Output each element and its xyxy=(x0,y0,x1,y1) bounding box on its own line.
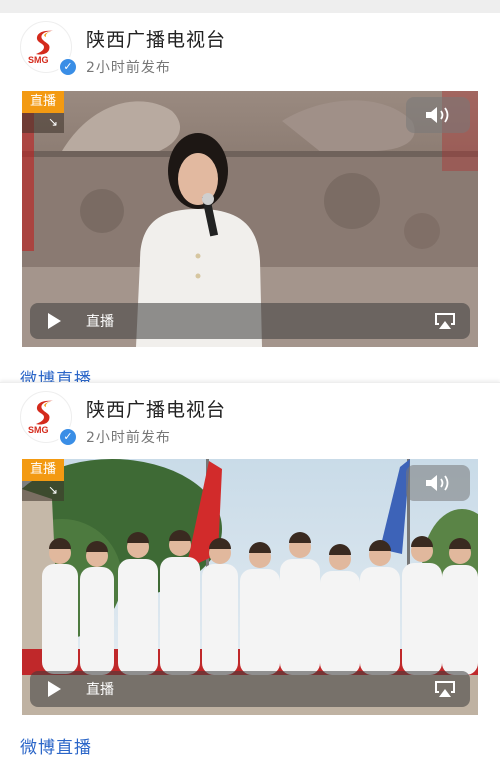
live-badge: 直播 ↘ xyxy=(22,91,64,133)
post-time: 2小时前发布 xyxy=(86,430,171,446)
volume-button[interactable] xyxy=(406,97,470,133)
volume-button[interactable] xyxy=(406,465,470,501)
airplay-icon[interactable] xyxy=(434,680,456,698)
post-time: 2小时前发布 xyxy=(86,60,171,76)
expand-arrow-icon[interactable]: ↘ xyxy=(48,483,58,497)
volume-icon xyxy=(426,107,449,123)
post-header: SMG ✓ 陕西广播电视台 2小时前发布 xyxy=(20,391,480,451)
play-icon[interactable] xyxy=(46,680,62,698)
weibo-live-link[interactable]: 微博直播 xyxy=(20,733,92,758)
live-post-card[interactable]: SMG ✓ 陕西广播电视台 2小时前发布 直播 ↘ 直播 微博直播 xyxy=(0,13,500,390)
top-divider xyxy=(0,0,500,13)
post-header: SMG ✓ 陕西广播电视台 2小时前发布 xyxy=(20,21,480,81)
verified-icon: ✓ xyxy=(58,427,78,447)
live-video-player[interactable]: 直播 ↘ 直播 xyxy=(22,459,478,715)
expand-arrow-icon[interactable]: ↘ xyxy=(48,115,58,129)
account-name[interactable]: 陕西广播电视台 xyxy=(86,25,226,52)
airplay-icon[interactable] xyxy=(434,312,456,330)
account-name[interactable]: 陕西广播电视台 xyxy=(86,395,226,422)
live-badge-label: 直播 xyxy=(22,91,64,113)
avatar-abbr: SMG xyxy=(28,55,49,65)
volume-icon xyxy=(426,475,449,491)
control-live-label: 直播 xyxy=(86,314,114,330)
video-control-bar: 直播 xyxy=(30,303,470,339)
avatar-abbr: SMG xyxy=(28,425,49,435)
control-live-label: 直播 xyxy=(86,682,114,698)
live-badge: 直播 ↘ xyxy=(22,459,64,501)
live-badge-label: 直播 xyxy=(22,459,64,481)
live-post-card[interactable]: SMG ✓ 陕西广播电视台 2小时前发布 直播 ↘ 直播 微博直播 xyxy=(0,382,500,758)
verified-icon: ✓ xyxy=(58,57,78,77)
play-icon[interactable] xyxy=(46,312,62,330)
video-control-bar: 直播 xyxy=(30,671,470,707)
smg-logo-icon xyxy=(36,400,53,425)
live-video-player[interactable]: 直播 ↘ 直播 xyxy=(22,91,478,347)
smg-logo-icon xyxy=(36,30,53,55)
